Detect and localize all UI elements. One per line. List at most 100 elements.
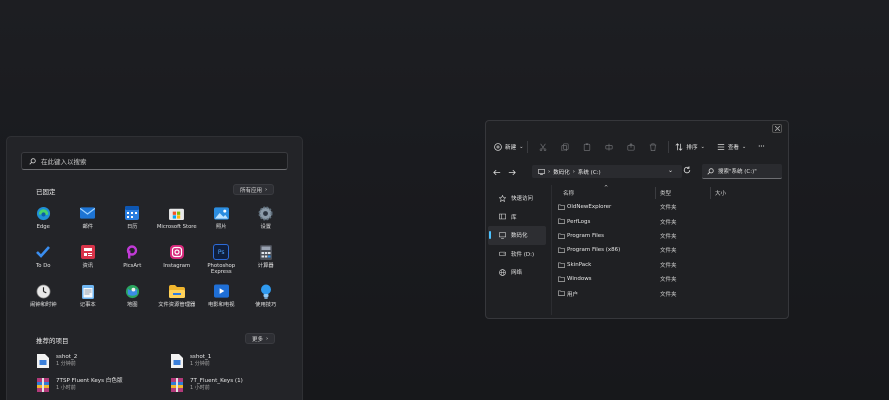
search-placeholder: 在此键入以搜索 (41, 158, 87, 166)
library-icon (499, 213, 506, 220)
file-row[interactable]: Program Files (x86) 文件夹 (556, 243, 776, 257)
all-apps-button[interactable]: 所有应用 › (233, 184, 275, 195)
file-explorer-window: 新建 ⌄ 排序 ⌄ 查看 ⌄ ··· › 数码化 › 系统 (C:) ⌄ 搜索"… (485, 120, 789, 319)
calculator-icon (258, 244, 274, 260)
file-type: 文件夹 (660, 219, 677, 226)
file-row[interactable]: OldNewExplorer 文件夹 (556, 200, 776, 214)
cut-button[interactable] (532, 140, 554, 154)
search-placeholder: 搜索"系统 (C:)" (718, 169, 757, 175)
column-divider[interactable] (655, 187, 656, 199)
chevron-down-icon: ⌄ (742, 144, 747, 150)
new-label: 新建 (505, 145, 517, 151)
address-bar[interactable]: › 数码化 › 系统 (C:) (532, 165, 682, 178)
breadcrumb-item[interactable]: 数码化 (553, 168, 570, 176)
app-edge[interactable]: Edge (21, 205, 66, 239)
file-row[interactable]: SkinPack 文件夹 (556, 258, 776, 272)
recommended-time: 1 小时前 (190, 385, 210, 391)
app-photoshop-express[interactable]: Ps Photoshop Express (199, 244, 244, 278)
rename-icon (605, 143, 613, 151)
column-divider[interactable] (710, 187, 711, 199)
copy-button[interactable] (554, 140, 576, 154)
app-label: Photoshop Express (207, 263, 236, 276)
archive-file-icon (37, 378, 49, 392)
chevron-right-icon: › (265, 186, 268, 193)
file-list: OldNewExplorer 文件夹 PerfLogs 文件夹 Program … (556, 200, 776, 301)
file-row[interactable]: PerfLogs 文件夹 (556, 214, 776, 228)
app-alarms-clock[interactable]: 闹钟和时钟 (21, 283, 66, 317)
cut-icon (540, 143, 547, 151)
star-icon (499, 194, 506, 202)
recommended-item[interactable]: 7TSP Fluent Keys 白色版 1 小时前 (21, 376, 155, 394)
explorer-search-input[interactable]: 搜索"系统 (C:)" (702, 164, 782, 179)
recommended-item[interactable]: sshot_1 1 分钟前 (155, 352, 289, 370)
app-instagram[interactable]: Instagram (155, 244, 200, 278)
paste-button[interactable] (576, 140, 598, 154)
sort-button[interactable]: 排序 ⌄ (675, 143, 705, 151)
image-file-icon (37, 354, 49, 368)
rename-button[interactable] (598, 140, 620, 154)
pc-icon (499, 232, 506, 239)
app-news[interactable]: 资讯 (66, 244, 111, 278)
view-icon (717, 144, 725, 150)
sort-icon (675, 143, 683, 151)
nav-item-this-pc[interactable]: 数码化 (488, 226, 546, 245)
app-label: 日历 (126, 224, 138, 230)
file-row[interactable]: Windows 文件夹 (556, 272, 776, 286)
nav-item-label: 库 (511, 214, 517, 221)
app-maps[interactable]: 地图 (110, 283, 155, 317)
app-picsart[interactable]: PicsArt (110, 244, 155, 278)
column-header-row: 名称 ^ 类型 大小 (556, 185, 786, 199)
app-mail[interactable]: 邮件 (66, 205, 111, 239)
nav-item-network[interactable]: 网络 (486, 263, 548, 282)
more-options-button[interactable]: ··· (758, 144, 764, 150)
share-button[interactable] (620, 140, 642, 154)
nav-item-drive-d[interactable]: 软件 (D:) (486, 245, 548, 264)
app-calendar[interactable]: 日历 (110, 205, 155, 239)
folder-icon (558, 233, 565, 239)
forward-button[interactable] (504, 169, 519, 176)
navigation-pane: 快速访问 库 数码化 软件 (D:) 网络 (486, 189, 548, 282)
view-button[interactable]: 查看 ⌄ (717, 143, 746, 151)
app-label: 电影和电视 (208, 302, 235, 308)
separator (668, 141, 670, 153)
photoshop-icon: Ps (213, 244, 230, 260)
delete-button[interactable] (642, 140, 664, 154)
app-label: PicsArt (123, 263, 142, 269)
column-header-name[interactable]: 名称 (563, 189, 574, 197)
recommended-name: sshot_1 (190, 354, 212, 360)
folder-icon (558, 276, 565, 282)
start-search-box[interactable]: 在此键入以搜索 (21, 152, 288, 170)
app-todo[interactable]: To Do (21, 244, 66, 278)
more-button[interactable]: 更多 › (245, 333, 276, 344)
column-header-size[interactable]: 大小 (715, 189, 726, 197)
recommended-name: sshot_2 (56, 354, 78, 360)
calendar-icon (124, 205, 140, 221)
app-photos[interactable]: 照片 (199, 205, 244, 239)
file-row[interactable]: 用户 文件夹 (556, 286, 776, 300)
pane-divider[interactable] (551, 185, 552, 315)
app-settings[interactable]: 设置 (244, 205, 289, 239)
back-button[interactable] (489, 169, 504, 176)
app-calculator[interactable]: 计算器 (244, 244, 289, 278)
recommended-item[interactable]: 7T_Fluent_Keys (1) 1 小时前 (155, 376, 289, 394)
new-button[interactable]: 新建 ⌄ (494, 143, 523, 151)
chevron-down-icon[interactable]: ⌄ (668, 167, 673, 174)
more-label: 更多 (252, 336, 264, 343)
add-icon (494, 143, 502, 151)
file-type: 文件夹 (660, 248, 677, 255)
refresh-button[interactable] (683, 166, 691, 176)
app-movies-tv[interactable]: 电影和电视 (199, 283, 244, 317)
breadcrumb-item[interactable]: 系统 (C:) (578, 168, 601, 176)
column-header-type[interactable]: 类型 (660, 189, 671, 197)
nav-item-quick-access[interactable]: 快速访问 (486, 189, 548, 208)
app-tips[interactable]: 使用技巧 (244, 283, 289, 317)
file-type: 文件夹 (660, 277, 677, 284)
file-name: OldNewExplorer (567, 204, 612, 211)
nav-item-library[interactable]: 库 (486, 208, 548, 227)
app-file-explorer[interactable]: 文件资源管理器 (155, 283, 200, 317)
close-button[interactable] (772, 124, 782, 133)
file-row[interactable]: Program Files 文件夹 (556, 229, 776, 243)
recommended-item[interactable]: sshot_2 1 分钟前 (21, 352, 155, 370)
app-notepad[interactable]: 记事本 (66, 283, 111, 317)
app-microsoft-store[interactable]: Microsoft Store (155, 205, 200, 239)
